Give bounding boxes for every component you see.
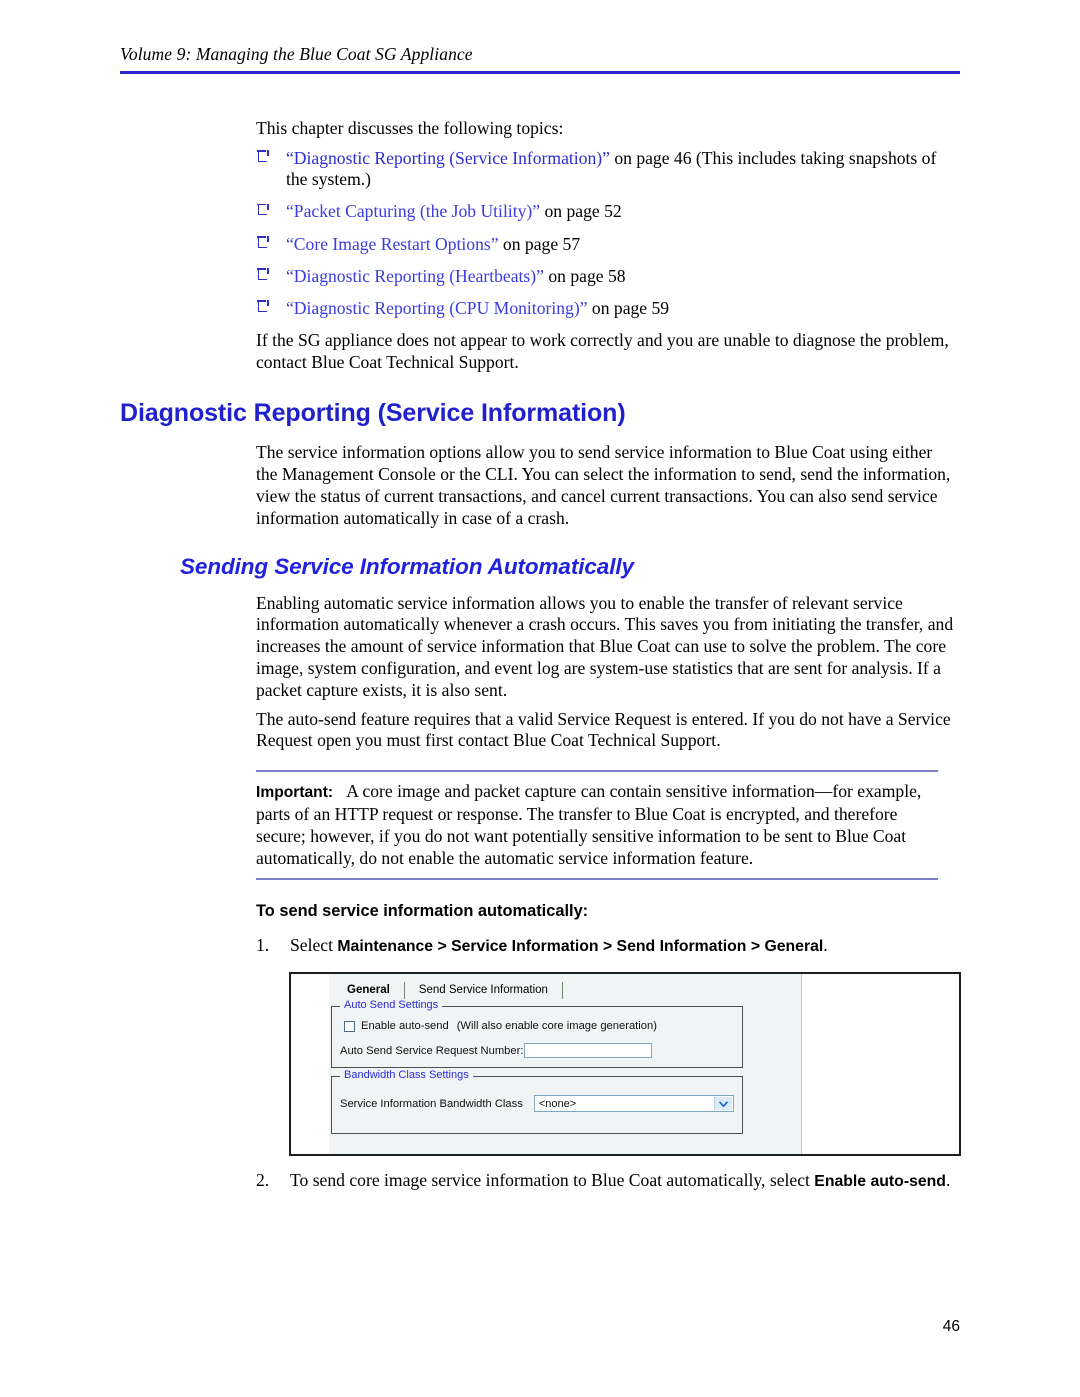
procedure-steps: 1. Select Maintenance > Service Informati… [256, 935, 956, 958]
intro-lead: This chapter discusses the following top… [256, 118, 564, 138]
square-bullet-icon [257, 268, 269, 280]
list-item[interactable]: “Diagnostic Reporting (Service Informati… [256, 148, 956, 191]
list-item[interactable]: “Diagnostic Reporting (Heartbeats)” on p… [256, 266, 956, 288]
service-request-number-row: Auto Send Service Request Number: [340, 1043, 653, 1059]
content-column: This chapter discusses the following top… [120, 118, 961, 1199]
service-request-number-input[interactable] [524, 1043, 653, 1059]
step-prefix: Select [290, 935, 338, 956]
important-text: A core image and packet capture can cont… [256, 781, 922, 868]
procedure-step-1: 1. Select Maintenance > Service Informati… [256, 935, 956, 958]
topics-list: “Diagnostic Reporting (Service Informati… [256, 148, 956, 320]
page-number: 46 [942, 1318, 960, 1335]
cross-reference-tail: on page 57 [498, 233, 581, 254]
section-heading-diagnostic-reporting: Diagnostic Reporting (Service Informatio… [120, 399, 626, 428]
section2-paragraph-2: The auto-send feature requires that a va… [256, 708, 951, 751]
cross-reference-tail: on page 58 [543, 265, 626, 286]
cross-reference-link[interactable]: “Packet Capturing (the Job Utility)” [286, 201, 540, 221]
subsection-heading-sending-service-information: Sending Service Information Automaticall… [180, 553, 634, 579]
group-bandwidth-class-settings: Bandwidth Class Settings Service Informa… [331, 1069, 743, 1135]
important-label: Important: [256, 784, 334, 802]
list-item[interactable]: “Diagnostic Reporting (CPU Monitoring)” … [256, 298, 956, 320]
group-legend-auto-send: Auto Send Settings [340, 999, 443, 1012]
square-bullet-icon [257, 235, 269, 248]
section2-paragraph-1: Enabling automatic service information a… [256, 592, 954, 700]
square-bullet-icon [257, 150, 269, 162]
bandwidth-class-value: <none> [538, 1097, 577, 1110]
square-bullet-icon [257, 300, 269, 312]
document-page: Volume 9: Managing the Blue Coat SG Appl… [0, 0, 1080, 1397]
running-header: Volume 9: Managing the Blue Coat SG Appl… [120, 44, 960, 74]
chevron-down-icon[interactable] [713, 1097, 732, 1111]
tab-bar: General Send Service Information [333, 979, 563, 1001]
cross-reference-link[interactable]: “Diagnostic Reporting (Service Informati… [286, 148, 610, 168]
enable-auto-send-hint: (Will also enable core image generation) [456, 1020, 657, 1033]
console-panel: General Send Service Information Auto Se… [291, 974, 802, 1155]
embedded-screenshot: General Send Service Information Auto Se… [289, 972, 961, 1157]
procedure-step-2: 2. To send core image service information… [256, 1170, 956, 1193]
group-auto-send-settings: Auto Send Settings Enable auto-send (Wil… [331, 999, 743, 1069]
group-legend-bandwidth-class: Bandwidth Class Settings [340, 1069, 473, 1082]
cross-reference-tail: on page 59 [587, 297, 670, 318]
step-suffix: . [823, 935, 828, 956]
bandwidth-class-label: Service Information Bandwidth Class [340, 1097, 523, 1110]
bandwidth-class-row: Service Information Bandwidth Class <non… [340, 1095, 734, 1113]
intro-closing: If the SG appliance does not appear to w… [256, 329, 949, 372]
tab-general[interactable]: General [333, 982, 404, 998]
cross-reference-tail: on page 52 [540, 201, 622, 222]
section1-paragraph: The service information options allow yo… [256, 442, 951, 528]
procedure-title: To send service information automaticall… [256, 902, 589, 921]
list-item[interactable]: “Packet Capturing (the Job Utility)” on … [256, 201, 956, 223]
console-left-margin [291, 974, 329, 1155]
cross-reference-link[interactable]: “Core Image Restart Options” [286, 234, 499, 254]
enable-auto-send-label: Enable auto-send [361, 1020, 449, 1033]
list-item[interactable]: “Core Image Restart Options” on page 57 [256, 234, 956, 256]
service-request-number-label: Auto Send Service Request Number: [340, 1044, 524, 1057]
step-number: 1. [256, 935, 270, 956]
tab-divider-end [561, 981, 563, 999]
important-callout: Important: A core image and packet captu… [256, 770, 938, 881]
enable-auto-send-checkbox[interactable] [344, 1020, 355, 1032]
step-number: 2. [256, 1170, 270, 1191]
step-suffix: . [945, 1170, 951, 1191]
enable-auto-send-row[interactable]: Enable auto-send (Will also enable core … [344, 1020, 657, 1032]
step-prefix: To send core image service information t… [290, 1170, 815, 1191]
ui-control-name: Enable auto-send [814, 1173, 946, 1191]
square-bullet-icon [257, 203, 269, 216]
important-callout-body: Important: A core image and packet captu… [256, 781, 938, 869]
cross-reference-link[interactable]: “Diagnostic Reporting (Heartbeats)” [286, 266, 544, 286]
bandwidth-class-select[interactable]: <none> [533, 1095, 734, 1113]
tab-send-service-information[interactable]: Send Service Information [405, 982, 562, 998]
header-rule [120, 71, 960, 74]
procedure-steps-continued: 2. To send core image service information… [256, 1170, 956, 1193]
menu-path: Maintenance > Service Information > Send… [337, 938, 824, 956]
cross-reference-link[interactable]: “Diagnostic Reporting (CPU Monitoring)” [286, 298, 588, 318]
running-header-title: Volume 9: Managing the Blue Coat SG Appl… [120, 44, 473, 64]
